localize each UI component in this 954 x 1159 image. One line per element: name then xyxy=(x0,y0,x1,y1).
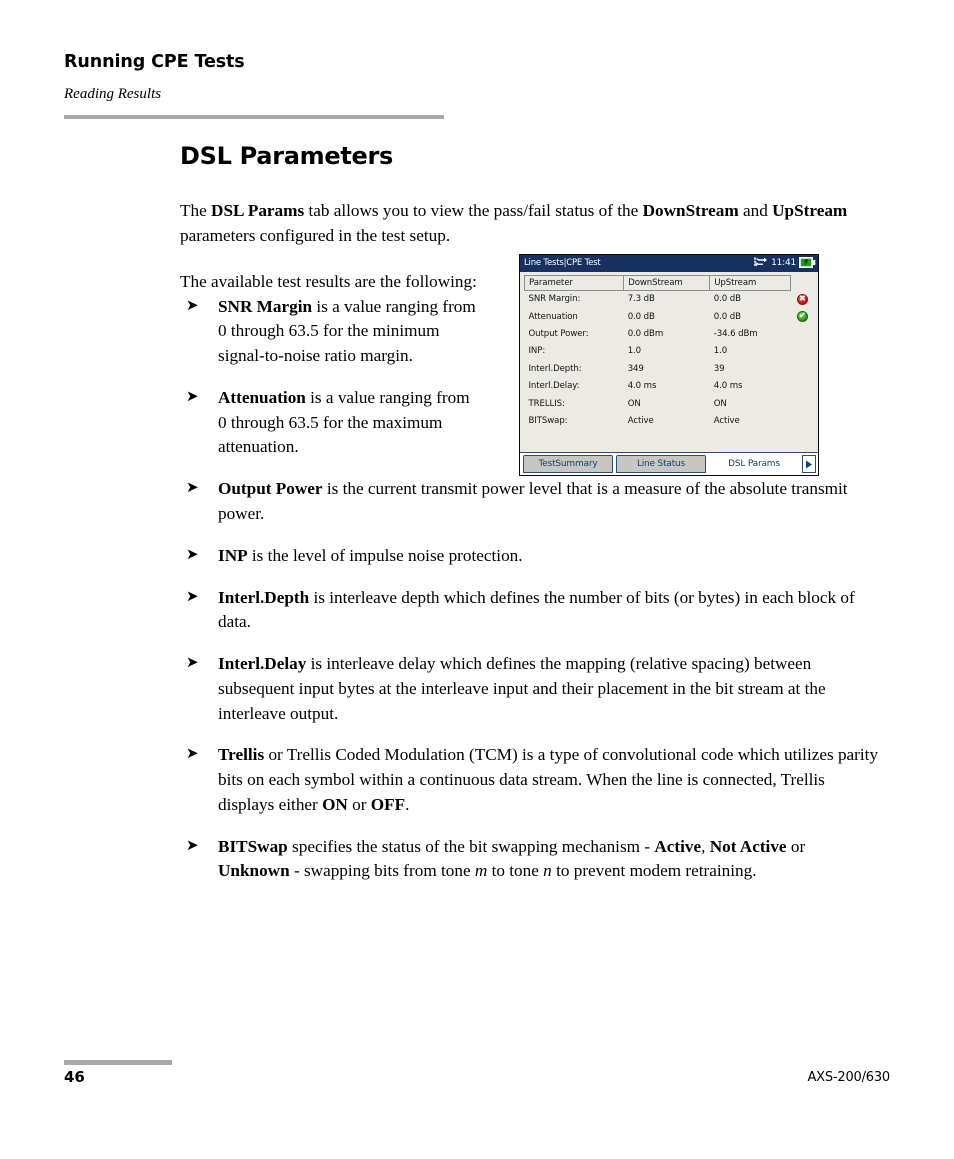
device-tab-bar: TestSummary Line Status DSL Params xyxy=(520,452,818,475)
bullet-arrow-icon: ➤ xyxy=(186,835,199,854)
bullet-arrow-icon: ➤ xyxy=(186,653,199,672)
row-downstream: 1.0 xyxy=(627,346,642,357)
row-downstream: 0.0 dB xyxy=(627,311,655,322)
list-item: ➤ Interl.Delay is interleave delay which … xyxy=(180,652,880,726)
chapter-title: Running CPE Tests xyxy=(64,52,245,72)
dsl-parameters-table: Parameter DownStream UpStream SNR Margin… xyxy=(523,275,815,430)
bullet-arrow-icon: ➤ xyxy=(186,744,199,763)
battery-icon xyxy=(799,256,816,271)
list-item-text: SNR Margin is a value ranging from 0 thr… xyxy=(218,296,476,366)
row-upstream: 0.0 dB xyxy=(713,311,741,322)
row-parameter: INP: xyxy=(528,346,546,357)
list-item: ➤ Attenuation is a value ranging from 0 t… xyxy=(180,386,480,460)
row-downstream: 4.0 ms xyxy=(627,381,657,392)
section-subtitle: Reading Results xyxy=(64,86,162,102)
table-header-row: Parameter DownStream UpStream xyxy=(523,275,815,291)
lead-in-text: The available test results are the follo… xyxy=(180,272,477,292)
product-model: AXS-200/630 xyxy=(807,1070,890,1085)
page-title: DSL Parameters xyxy=(180,142,393,170)
network-icon xyxy=(754,257,768,270)
row-parameter: BITSwap: xyxy=(528,415,568,426)
table-head: Parameter DownStream UpStream xyxy=(523,275,815,291)
table-row[interactable]: Output Power: 0.0 dBm -34.6 dBm xyxy=(525,325,815,342)
list-item-text: Output Power is the current transmit pow… xyxy=(218,479,848,524)
row-upstream: 39 xyxy=(713,363,725,374)
intro-paragraph: The DSL Params tab allows you to view th… xyxy=(180,201,848,245)
tab-line-status[interactable]: Line Status xyxy=(616,455,706,473)
status-badge xyxy=(791,360,814,377)
device-body: Parameter DownStream UpStream SNR Margin… xyxy=(520,272,818,452)
page-number: 46 xyxy=(64,1068,85,1086)
row-downstream: 349 xyxy=(627,363,644,374)
list-item-text: INP is the level of impulse noise protec… xyxy=(218,545,523,565)
col-header-upstream: UpStream xyxy=(709,275,792,291)
device-breadcrumb: Line Tests|CPE Test xyxy=(524,258,601,269)
status-badge xyxy=(791,377,814,394)
row-upstream: -34.6 dBm xyxy=(713,328,758,339)
row-downstream: Active xyxy=(627,415,654,426)
list-item: ➤ INP is the level of impulse noise prote… xyxy=(180,544,880,569)
row-parameter: Interl.Delay: xyxy=(528,381,580,392)
table-row[interactable]: SNR Margin: 7.3 dB 0.0 dB ✖ xyxy=(525,291,815,308)
list-item: ➤ BITSwap specifies the status of the bit… xyxy=(180,835,880,885)
row-parameter: SNR Margin: xyxy=(528,294,581,305)
tab-label: DSL Params xyxy=(728,459,780,469)
status-badge xyxy=(791,412,814,429)
bullet-arrow-icon: ➤ xyxy=(186,295,199,314)
row-downstream: 7.3 dB xyxy=(627,294,655,305)
header-divider xyxy=(64,115,444,119)
table-body: SNR Margin: 7.3 dB 0.0 dB ✖ Attenuation 0.0 d… xyxy=(525,291,815,430)
table-row[interactable]: Interl.Delay: 4.0 ms 4.0 ms xyxy=(525,377,815,394)
device-screenshot: Line Tests|CPE Test 11:41 Parameter Down… xyxy=(519,254,819,476)
bullet-arrow-icon: ➤ xyxy=(186,386,199,405)
col-header-status xyxy=(791,276,814,291)
row-parameter: Output Power: xyxy=(528,328,589,339)
row-upstream: 1.0 xyxy=(713,346,728,357)
table-row[interactable]: TRELLIS: ON ON xyxy=(525,395,815,412)
list-item-text: Attenuation is a value ranging from 0 th… xyxy=(218,387,470,457)
table-row[interactable]: BITSwap: Active Active xyxy=(525,412,815,429)
bullet-arrow-icon: ➤ xyxy=(186,544,199,563)
status-badge-fail: ✖ xyxy=(791,291,814,308)
row-upstream: 0.0 dB xyxy=(713,294,741,305)
list-item: ➤ Interl.Depth is interleave depth which … xyxy=(180,586,880,636)
bullet-arrow-icon: ➤ xyxy=(186,586,199,605)
row-upstream: ON xyxy=(713,398,727,409)
row-parameter: TRELLIS: xyxy=(528,398,565,409)
table-row[interactable]: Attenuation 0.0 dB 0.0 dB ✔ xyxy=(525,308,815,325)
check-icon: ✔ xyxy=(796,311,808,323)
list-item-text: Interl.Depth is interleave depth which d… xyxy=(218,587,855,632)
row-upstream: 4.0 ms xyxy=(713,381,743,392)
tab-label: Line Status xyxy=(636,459,686,469)
device-clock: 11:41 xyxy=(771,258,796,268)
status-badge xyxy=(791,325,814,342)
row-parameter: Attenuation xyxy=(528,311,578,322)
list-item-text: BITSwap specifies the status of the bit … xyxy=(218,836,806,881)
list-item-text: Interl.Delay is interleave delay which d… xyxy=(218,654,826,723)
row-upstream: Active xyxy=(713,415,740,426)
tab-label: TestSummary xyxy=(538,459,598,469)
col-header-parameter: Parameter xyxy=(523,275,625,291)
running-header: Running CPE Tests Reading Results xyxy=(64,52,446,119)
list-item-text: Trellis or Trellis Coded Modulation (TCM… xyxy=(218,745,879,814)
list-item: ➤ SNR Margin is a value ranging from 0 th… xyxy=(180,295,480,369)
footer-divider xyxy=(64,1060,172,1065)
tab-testsummary[interactable]: TestSummary xyxy=(523,455,613,473)
cross-icon: ✖ xyxy=(796,293,808,305)
row-downstream: ON xyxy=(627,398,641,409)
row-parameter: Interl.Depth: xyxy=(528,363,582,374)
tab-dsl-params[interactable]: DSL Params xyxy=(709,455,799,473)
table-row[interactable]: Interl.Depth: 349 39 xyxy=(525,360,815,377)
table-row[interactable]: INP: 1.0 1.0 xyxy=(525,343,815,360)
chevron-right-icon[interactable] xyxy=(802,455,816,473)
list-item: ➤ Trellis or Trellis Coded Modulation (TC… xyxy=(180,743,880,817)
status-badge-pass: ✔ xyxy=(791,308,814,325)
status-badge xyxy=(791,395,814,412)
list-item: ➤ Output Power is the current transmit po… xyxy=(180,477,880,527)
status-badge xyxy=(791,343,814,360)
row-downstream: 0.0 dBm xyxy=(627,328,664,339)
device-titlebar: Line Tests|CPE Test 11:41 xyxy=(520,255,818,272)
bullet-arrow-icon: ➤ xyxy=(186,478,199,497)
col-header-downstream: DownStream xyxy=(623,275,711,291)
